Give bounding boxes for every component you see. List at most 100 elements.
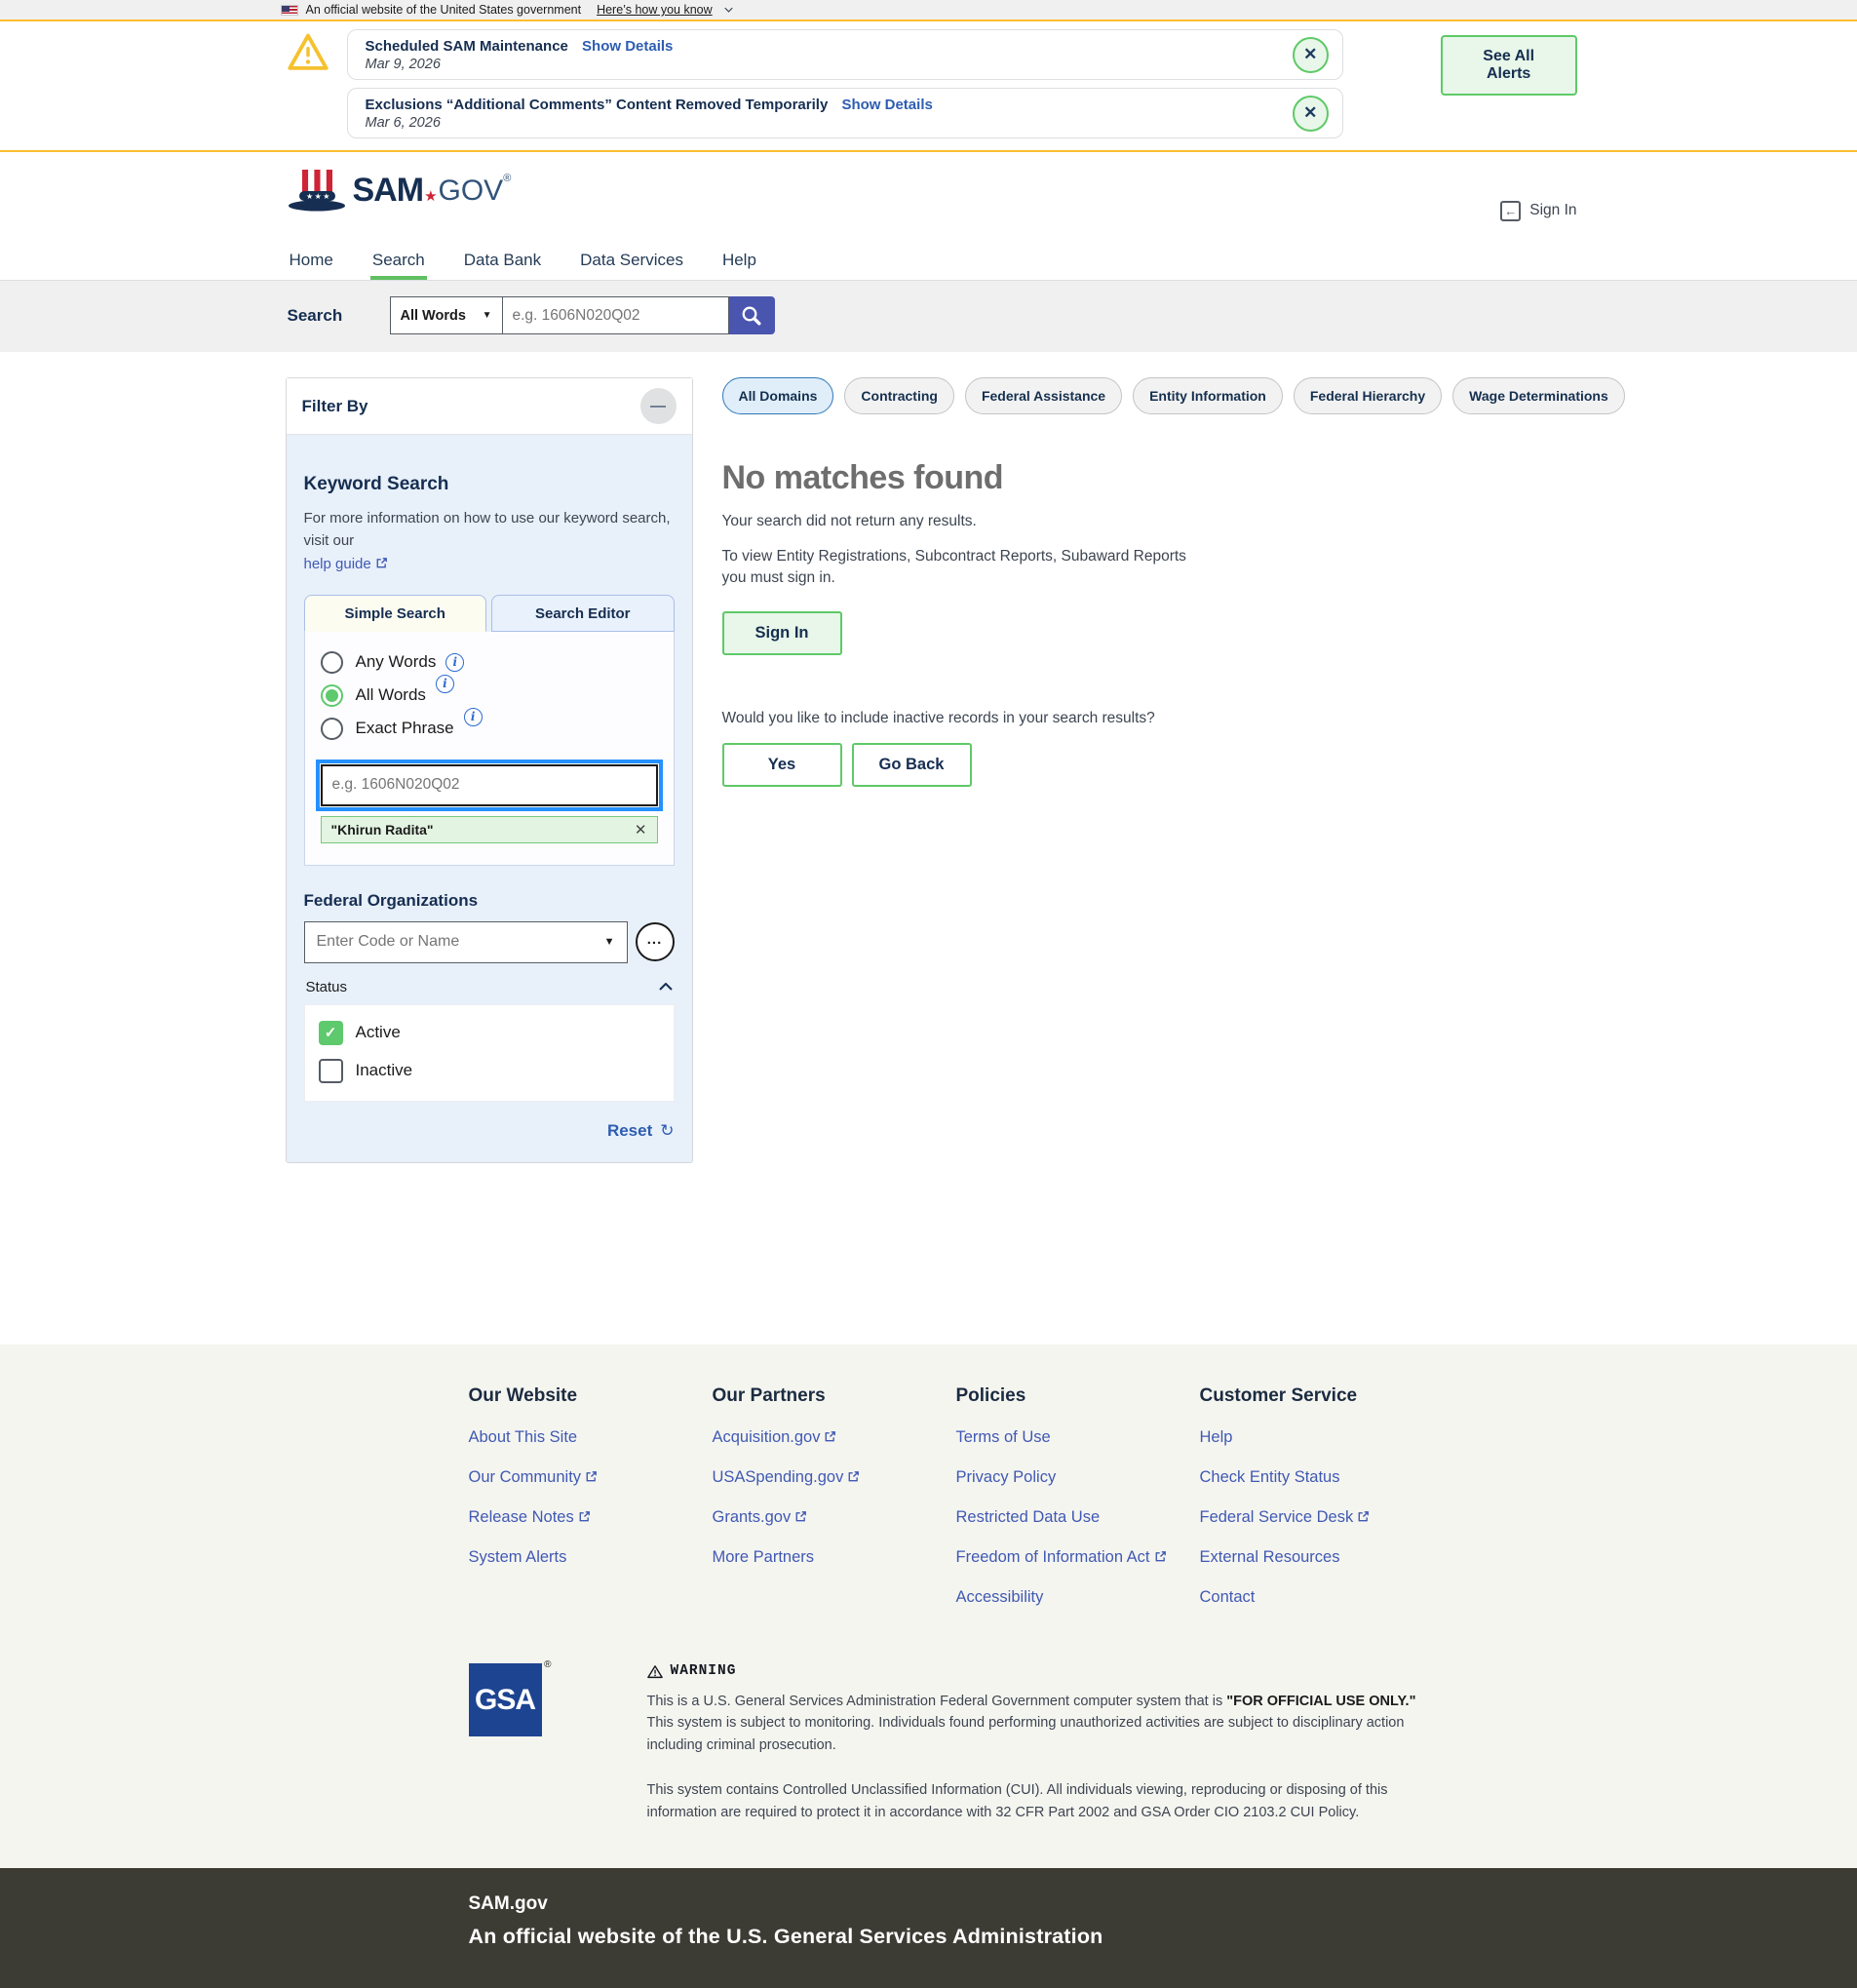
checkbox-active-label: Active — [356, 1023, 401, 1042]
sign-in-required-text: To view Entity Registrations, Subcontrac… — [722, 546, 1215, 590]
nav-item-data-bank[interactable]: Data Bank — [462, 242, 543, 280]
footer-link-about-this-site[interactable]: About This Site — [469, 1428, 578, 1447]
domain-pill-federal-assistance[interactable]: Federal Assistance — [965, 377, 1122, 414]
footer-official-line: An official website of the U.S. General … — [469, 1925, 1577, 1949]
footer-link-privacy-policy[interactable]: Privacy Policy — [956, 1468, 1057, 1487]
ellipsis-icon: ... — [647, 931, 663, 948]
warning-block: WARNING This is a U.S. General Services … — [647, 1663, 1427, 1823]
check-icon: ✓ — [325, 1024, 337, 1041]
footer-link-accessibility[interactable]: Accessibility — [956, 1588, 1044, 1607]
keyword-search-heading: Keyword Search — [304, 474, 675, 495]
warning-p1-text: This is a U.S. General Services Administ… — [647, 1694, 1227, 1709]
footer-link-terms-of-use[interactable]: Terms of Use — [956, 1428, 1051, 1447]
radio-any-words-label: Any Words — [356, 652, 437, 672]
footer-column-heading: Our Website — [469, 1385, 713, 1407]
federal-organizations-heading: Federal Organizations — [304, 891, 675, 911]
footer-link-more-partners[interactable]: More Partners — [713, 1548, 815, 1567]
info-icon[interactable]: i — [445, 653, 464, 672]
external-link-icon — [1154, 1550, 1167, 1563]
footer-column-heading: Our Partners — [713, 1385, 956, 1407]
alert-close-button[interactable]: ✕ — [1293, 96, 1329, 132]
tab-search-editor[interactable]: Search Editor — [491, 595, 675, 632]
nav-item-data-services[interactable]: Data Services — [578, 242, 685, 280]
domain-pill-federal-hierarchy[interactable]: Federal Hierarchy — [1294, 377, 1442, 414]
checkbox-active[interactable]: ✓ — [319, 1021, 343, 1045]
search-submit-button[interactable] — [729, 296, 775, 334]
info-icon[interactable]: i — [436, 675, 454, 693]
domain-pill-wage-determinations[interactable]: Wage Determinations — [1452, 377, 1625, 414]
federal-org-select[interactable]: Enter Code or Name ▼ — [304, 921, 628, 963]
checkbox-inactive[interactable] — [319, 1059, 343, 1083]
footer-link-federal-service-desk[interactable]: Federal Service Desk — [1200, 1508, 1354, 1527]
footer-link-check-entity-status[interactable]: Check Entity Status — [1200, 1468, 1340, 1487]
reset-filters[interactable]: Reset ↻ — [304, 1121, 675, 1141]
warning-paragraph-2: This system contains Controlled Unclassi… — [647, 1779, 1427, 1823]
domain-pill-all-domains[interactable]: All Domains — [722, 377, 834, 414]
radio-all-words[interactable] — [321, 684, 343, 707]
simple-search-panel: Any Words i All Words i Exact Phrase i — [304, 632, 675, 866]
footer-link-contact[interactable]: Contact — [1200, 1588, 1256, 1607]
status-options-box: ✓ Active Inactive — [304, 1004, 675, 1102]
alert-show-details-link[interactable]: Show Details — [841, 97, 932, 113]
nav-item-search[interactable]: Search — [370, 242, 427, 280]
svg-text:★: ★ — [323, 192, 329, 201]
footer-link-acquisition-gov[interactable]: Acquisition.gov — [713, 1428, 821, 1447]
sign-in-button[interactable]: Sign In — [722, 611, 842, 655]
external-link-icon — [794, 1510, 807, 1523]
nav-item-help[interactable]: Help — [720, 242, 758, 280]
global-search-input[interactable] — [503, 296, 729, 334]
logo-star-icon: ★ — [424, 168, 437, 226]
bottom-footer: SAM.gov An official website of the U.S. … — [0, 1868, 1857, 1988]
external-link-icon — [847, 1470, 860, 1483]
remove-tag-icon[interactable]: ✕ — [635, 821, 647, 838]
status-accordion-toggle[interactable]: Status — [304, 979, 675, 995]
footer-link-external-resources[interactable]: External Resources — [1200, 1548, 1340, 1567]
alert-show-details-link[interactable]: Show Details — [582, 38, 673, 55]
footer-column-heading: Policies — [956, 1385, 1200, 1407]
sign-in-link[interactable]: ← Sign In — [1500, 201, 1576, 221]
radio-any-words[interactable] — [321, 651, 343, 674]
sign-in-arrow-icon: ← — [1500, 201, 1521, 221]
footer-link-usaspending-gov[interactable]: USASpending.gov — [713, 1468, 844, 1487]
collapse-filter-button[interactable]: — — [640, 388, 677, 424]
see-all-alerts-button[interactable]: See All Alerts — [1441, 35, 1577, 96]
keyword-input[interactable] — [321, 764, 658, 806]
radio-exact-phrase-label: Exact Phrase — [356, 719, 454, 738]
footer-link-help[interactable]: Help — [1200, 1428, 1233, 1447]
sam-gov-logo[interactable]: ★ ★ ★ SAM★GOV® — [287, 168, 512, 226]
checkbox-inactive-label: Inactive — [356, 1061, 413, 1080]
footer-column-our-website: Our Website About This Site Our Communit… — [469, 1385, 713, 1607]
footer-link-release-notes[interactable]: Release Notes — [469, 1508, 574, 1527]
warning-title: WARNING — [671, 1663, 737, 1679]
radio-all-words-label: All Words — [356, 685, 426, 705]
close-icon: ✕ — [1303, 45, 1317, 64]
help-guide-link[interactable]: help guide — [304, 556, 371, 572]
caret-down-icon: ▼ — [483, 310, 492, 321]
nav-item-home[interactable]: Home — [288, 242, 335, 280]
footer-link-our-community[interactable]: Our Community — [469, 1468, 582, 1487]
external-link-icon — [1357, 1510, 1370, 1523]
alert-close-button[interactable]: ✕ — [1293, 37, 1329, 73]
uncle-sam-hat-icon: ★ ★ ★ — [287, 168, 347, 213]
go-back-button[interactable]: Go Back — [852, 743, 972, 787]
search-mode-select[interactable]: All Words ▼ — [390, 296, 503, 334]
status-label: Status — [306, 979, 348, 995]
domain-pill-contracting[interactable]: Contracting — [844, 377, 954, 414]
radio-exact-phrase[interactable] — [321, 718, 343, 740]
footer-column-our-partners: Our Partners Acquisition.gov USASpending… — [713, 1385, 956, 1607]
footer-link-foia[interactable]: Freedom of Information Act — [956, 1548, 1150, 1567]
yes-button[interactable]: Yes — [722, 743, 842, 787]
footer-link-grants-gov[interactable]: Grants.gov — [713, 1508, 792, 1527]
footer-link-restricted-data-use[interactable]: Restricted Data Use — [956, 1508, 1101, 1527]
federal-org-more-button[interactable]: ... — [636, 922, 675, 961]
footer-link-system-alerts[interactable]: System Alerts — [469, 1548, 567, 1567]
domain-pill-entity-information[interactable]: Entity Information — [1133, 377, 1283, 414]
refresh-icon: ↻ — [660, 1121, 674, 1141]
gsa-logo: GSA — [469, 1663, 542, 1736]
keyword-info-text: For more information on how to use our k… — [304, 510, 671, 549]
minus-icon: — — [650, 398, 666, 415]
tab-simple-search[interactable]: Simple Search — [304, 595, 487, 632]
how-you-know-link[interactable]: Here’s how you know — [597, 3, 713, 17]
info-icon[interactable]: i — [464, 708, 483, 726]
search-band: Search All Words ▼ — [0, 281, 1857, 352]
